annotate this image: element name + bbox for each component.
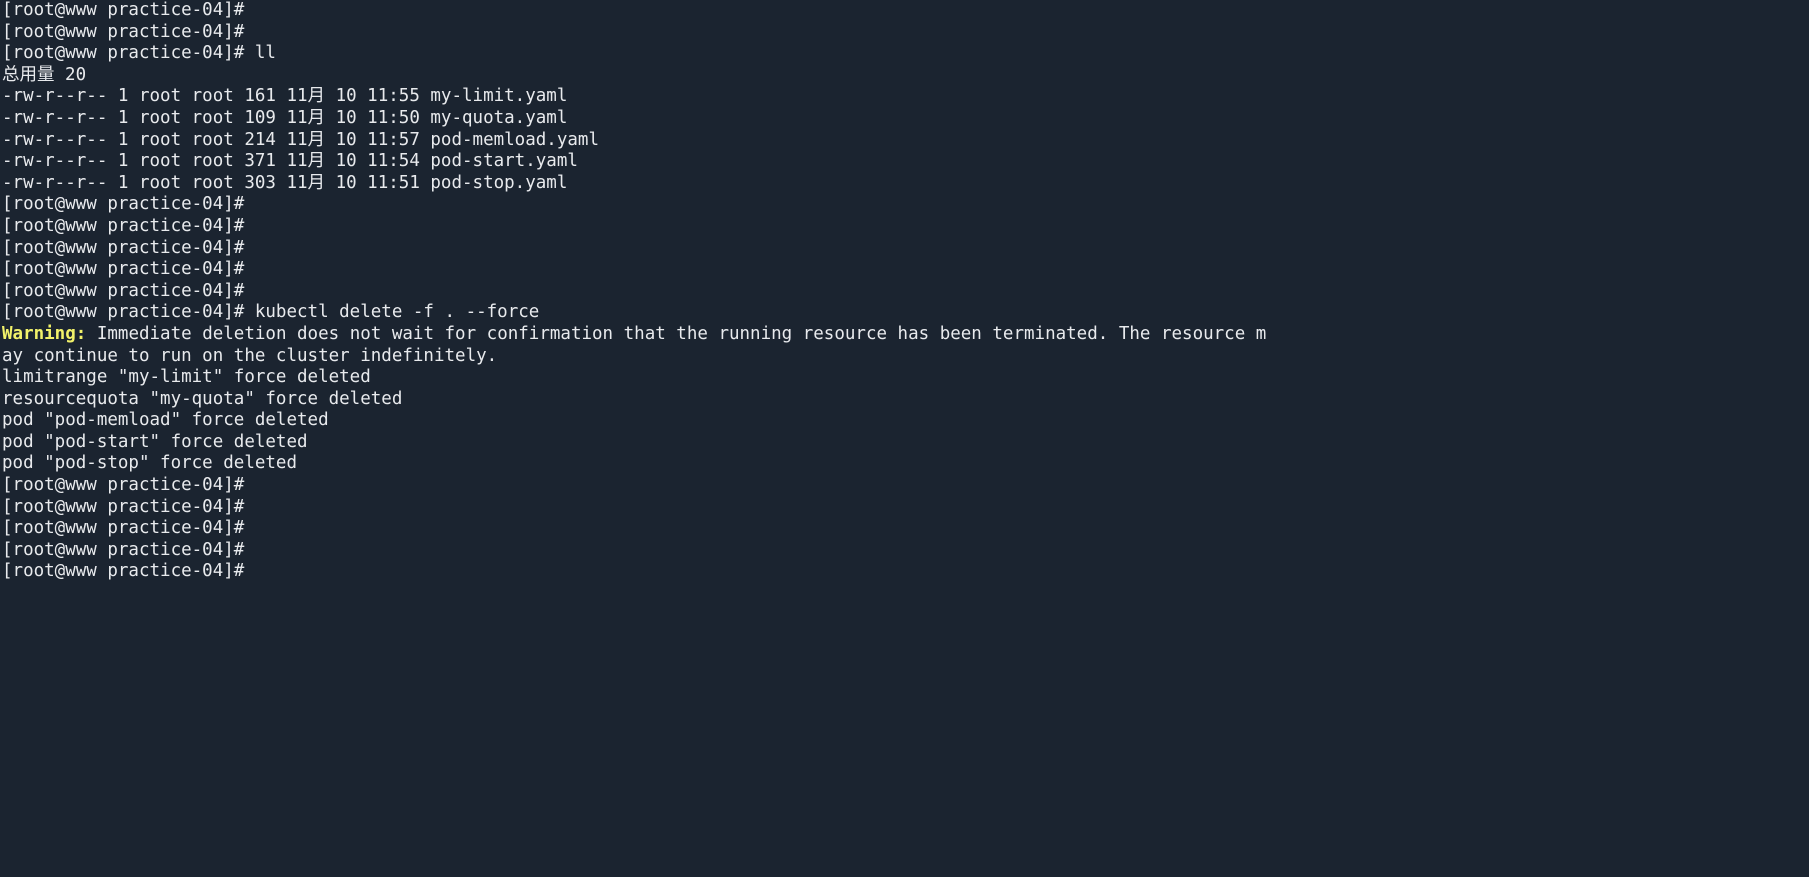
- terminal-line-text: [root@www practice-04]#: [2, 194, 245, 215]
- terminal-line-text: -rw-r--r-- 1 root root 371 11月 10 11:54 …: [2, 151, 578, 172]
- terminal-line-text: 总用量 20: [2, 64, 87, 85]
- terminal-line: [root@www practice-04]#: [2, 561, 1809, 583]
- terminal-line-text: limitrange "my-limit" force deleted: [2, 367, 371, 388]
- terminal-line: 总用量 20: [2, 65, 1809, 87]
- terminal-screen[interactable]: [root@www practice-04]# [root@www practic…: [0, 0, 1809, 877]
- terminal-line-text: [root@www practice-04]#: [2, 0, 245, 20]
- terminal-line: resourcequota "my-quota" force deleted: [2, 389, 1809, 411]
- terminal-line-text: [root@www practice-04]#: [2, 561, 245, 582]
- terminal-line: [root@www practice-04]#: [2, 475, 1809, 497]
- terminal-line: -rw-r--r-- 1 root root 214 11月 10 11:57 …: [2, 130, 1809, 152]
- terminal-line: [root@www practice-04]#: [2, 22, 1809, 44]
- terminal-line: -rw-r--r-- 1 root root 371 11月 10 11:54 …: [2, 151, 1809, 173]
- terminal-line-text: [root@www practice-04]#: [2, 237, 245, 258]
- terminal-line-text: [root@www practice-04]#: [2, 21, 245, 42]
- terminal-line-text: pod "pod-start" force deleted: [2, 431, 308, 452]
- terminal-line: [root@www practice-04]#: [2, 259, 1809, 281]
- warning-message: Immediate deletion does not wait for con…: [86, 323, 1267, 344]
- terminal-line-text: [root@www practice-04]#: [2, 496, 245, 517]
- terminal-line: [root@www practice-04]#: [2, 540, 1809, 562]
- warning-label: Warning:: [2, 323, 87, 344]
- terminal-line: [root@www practice-04]#: [2, 238, 1809, 260]
- terminal-line: [root@www practice-04]# kubectl delete -…: [2, 302, 1809, 324]
- terminal-line: pod "pod-stop" force deleted: [2, 453, 1809, 475]
- terminal-line: [root@www practice-04]#: [2, 216, 1809, 238]
- terminal-line-text: [root@www practice-04]#: [2, 259, 245, 280]
- terminal-line-text: -rw-r--r-- 1 root root 303 11月 10 11:51 …: [2, 172, 568, 193]
- terminal-line-text: -rw-r--r-- 1 root root 161 11月 10 11:55 …: [2, 86, 568, 107]
- terminal-line-text: [root@www practice-04]#: [2, 518, 245, 539]
- terminal-line-text: ay continue to run on the cluster indefi…: [2, 345, 498, 366]
- terminal-line: pod "pod-start" force deleted: [2, 432, 1809, 454]
- terminal-line-text: [root@www practice-04]# ll: [2, 43, 276, 64]
- terminal-line-text: -rw-r--r-- 1 root root 214 11月 10 11:57 …: [2, 129, 599, 150]
- terminal-line: [root@www practice-04]#: [2, 497, 1809, 519]
- terminal-line: pod "pod-memload" force deleted: [2, 410, 1809, 432]
- terminal-line-text: [root@www practice-04]# kubectl delete -…: [2, 302, 540, 323]
- terminal-line-text: pod "pod-memload" force deleted: [2, 410, 329, 431]
- terminal-line-text: [root@www practice-04]#: [2, 280, 245, 301]
- terminal-line: -rw-r--r-- 1 root root 161 11月 10 11:55 …: [2, 86, 1809, 108]
- terminal-line-text: pod "pod-stop" force deleted: [2, 453, 298, 474]
- terminal-line: [root@www practice-04]#: [2, 281, 1809, 303]
- terminal-line: Warning: Immediate deletion does not wai…: [2, 324, 1809, 346]
- terminal-line-text: resourcequota "my-quota" force deleted: [2, 388, 403, 409]
- terminal-line: limitrange "my-limit" force deleted: [2, 367, 1809, 389]
- terminal-line: [root@www practice-04]#: [2, 0, 1809, 22]
- terminal-line-text: [root@www practice-04]#: [2, 475, 245, 496]
- terminal-line: -rw-r--r-- 1 root root 109 11月 10 11:50 …: [2, 108, 1809, 130]
- terminal-line: -rw-r--r-- 1 root root 303 11月 10 11:51 …: [2, 173, 1809, 195]
- terminal-line: [root@www practice-04]# ll: [2, 43, 1809, 65]
- terminal-line: ay continue to run on the cluster indefi…: [2, 346, 1809, 368]
- terminal-line-text: [root@www practice-04]#: [2, 215, 245, 236]
- terminal-line: [root@www practice-04]#: [2, 518, 1809, 540]
- terminal-line-text: [root@www practice-04]#: [2, 539, 245, 560]
- terminal-line: [root@www practice-04]#: [2, 194, 1809, 216]
- terminal-line-text: -rw-r--r-- 1 root root 109 11月 10 11:50 …: [2, 107, 568, 128]
